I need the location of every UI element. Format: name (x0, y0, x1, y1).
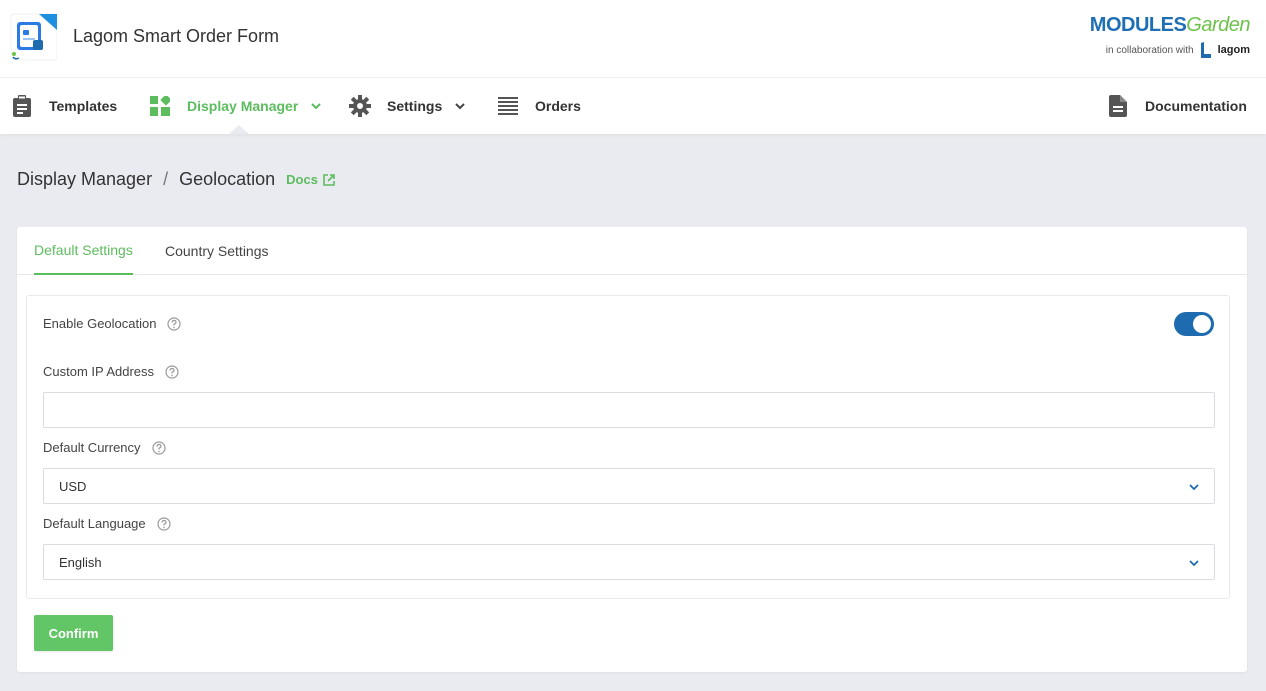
default-currency-select[interactable]: USD (43, 468, 1215, 504)
chevron-down-icon (1188, 481, 1200, 493)
confirm-button[interactable]: Confirm (34, 615, 113, 651)
gear-icon (349, 95, 371, 117)
document-icon (1107, 95, 1129, 117)
nav-item-documentation[interactable]: Documentation (1107, 78, 1247, 134)
app-logo (9, 12, 58, 62)
nav-item-label: Settings (387, 98, 443, 114)
enable-geolocation-toggle[interactable] (1174, 312, 1214, 336)
enable-geolocation-label: Enable Geolocation (43, 316, 182, 331)
custom-ip-label: Custom IP Address (43, 364, 179, 379)
list-icon (497, 95, 519, 117)
app-title: Lagom Smart Order Form (73, 26, 280, 46)
field-label-text: Default Currency (43, 440, 141, 455)
clipboard-icon (11, 95, 33, 117)
top-header: Lagom Smart Order Form MODULESGarden in … (0, 0, 1266, 78)
brand-modules-text: MODULES (1089, 14, 1187, 36)
select-value: English (59, 554, 102, 570)
chevron-down-icon (1188, 557, 1200, 569)
docs-link[interactable]: Docs (286, 172, 335, 187)
default-language-label: Default Language (43, 516, 171, 531)
nav-item-label: Documentation (1145, 98, 1247, 114)
page-title: Geolocation (179, 169, 276, 189)
settings-panel: Enable Geolocation Custom IP Address Def… (26, 295, 1230, 599)
tab-bar: Default Settings Country Settings (17, 227, 1247, 275)
settings-card: Default Settings Country Settings Enable… (17, 227, 1247, 672)
field-label-text: Enable Geolocation (43, 316, 157, 331)
brand-partner-text: lagom (1217, 44, 1250, 56)
chevron-down-icon (310, 100, 322, 112)
external-link-icon (323, 173, 335, 186)
help-icon[interactable] (165, 364, 179, 379)
default-currency-label: Default Currency (43, 440, 166, 455)
brand-collab-text: in collaboration with (1105, 44, 1194, 56)
tab-country-settings[interactable]: Country Settings (165, 227, 269, 275)
field-label-text: Custom IP Address (43, 364, 155, 379)
default-language-select[interactable]: English (43, 544, 1215, 580)
breadcrumb: Display Manager / Geolocation Docs (17, 169, 335, 190)
main-nav: Templates Display Manager Settings Order… (0, 78, 1266, 134)
toggle-knob (1193, 315, 1211, 333)
custom-ip-input[interactable] (43, 392, 1215, 428)
nav-item-templates[interactable]: Templates (11, 78, 117, 134)
docs-link-label: Docs (286, 172, 318, 187)
nav-item-orders[interactable]: Orders (497, 78, 581, 134)
chevron-down-icon (454, 100, 466, 112)
nav-active-pointer (229, 125, 249, 134)
brand-garden-text: Garden (1186, 14, 1250, 36)
widgets-icon (149, 95, 171, 117)
breadcrumb-separator: / (163, 169, 169, 189)
select-value: USD (59, 478, 87, 494)
nav-item-label: Orders (535, 98, 581, 114)
breadcrumb-parent[interactable]: Display Manager (17, 169, 152, 190)
modulesgarden-logo: MODULESGarden in collaboration with lago… (1090, 14, 1250, 60)
field-label-text: Default Language (43, 516, 146, 531)
help-icon[interactable] (157, 516, 171, 531)
lagom-logo-icon (1200, 42, 1211, 58)
nav-item-settings[interactable]: Settings (349, 78, 466, 134)
tab-default-settings[interactable]: Default Settings (34, 227, 133, 275)
help-icon[interactable] (167, 316, 182, 331)
nav-item-label: Templates (49, 98, 118, 114)
nav-item-label: Display Manager (187, 98, 299, 114)
help-icon[interactable] (151, 440, 166, 455)
